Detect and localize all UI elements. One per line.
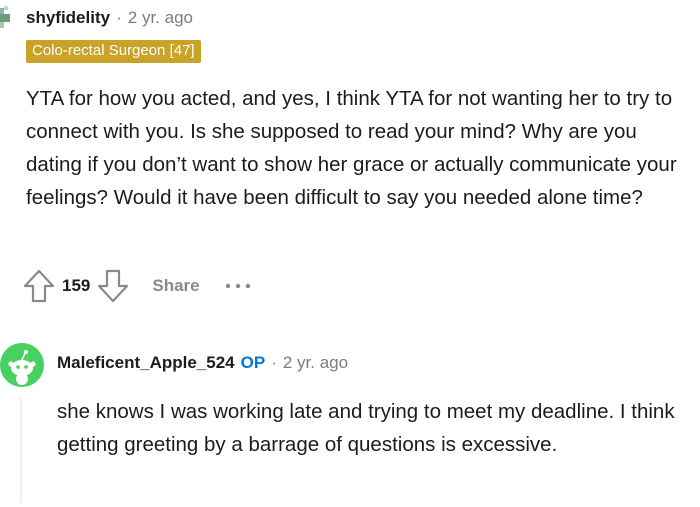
comment-thread: shyfidelity · 2 yr. ago Colo-rectal Surg… [0, 0, 700, 507]
share-button[interactable]: Share [152, 276, 199, 296]
comment-body: YTA for how you acted, and yes, I think … [26, 87, 677, 209]
upvote-button[interactable] [22, 268, 56, 304]
vote-count: 159 [62, 276, 91, 295]
timestamp[interactable]: 2 yr. ago [128, 8, 193, 28]
user-flair: Colo-rectal Surgeon [47] [26, 40, 201, 63]
author-name[interactable]: shyfidelity [26, 8, 110, 28]
op-badge: OP [240, 353, 266, 372]
comment-body: she knows I was working late and trying … [57, 400, 675, 456]
upvote-arrow-icon [23, 269, 55, 303]
comment-header: Maleficent_Apple_524 OP · 2 yr. ago [57, 353, 348, 373]
author-name[interactable]: Maleficent_Apple_524 [57, 353, 235, 373]
comment-actions: 159 Share [22, 268, 252, 304]
downvote-arrow-icon [98, 269, 129, 303]
timestamp[interactable]: 2 yr. ago [283, 353, 348, 373]
separator-dot: · [116, 8, 122, 27]
comment-header: shyfidelity · 2 yr. ago [26, 8, 193, 28]
downvote-button[interactable] [96, 268, 130, 304]
thread-line[interactable] [20, 398, 22, 503]
avatar[interactable] [0, 4, 12, 30]
ellipsis-icon [225, 283, 250, 289]
more-options-button[interactable] [224, 281, 252, 291]
avatar[interactable] [0, 343, 44, 387]
separator-dot: · [271, 353, 277, 372]
